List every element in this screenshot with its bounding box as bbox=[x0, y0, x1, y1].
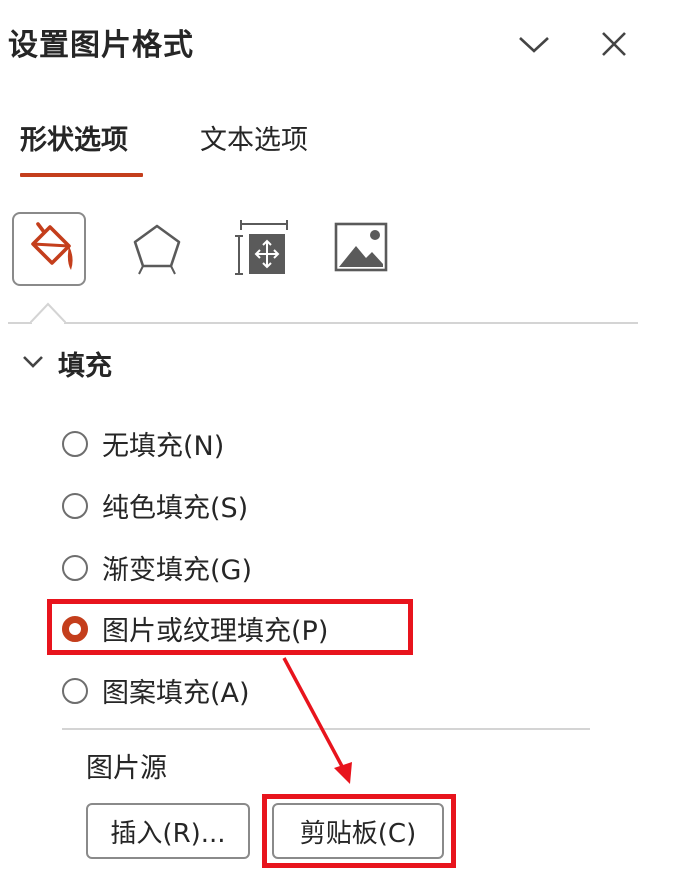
radio-gradient-fill[interactable]: 渐变填充(G) bbox=[62, 548, 252, 587]
option-label: 图案填充(A) bbox=[102, 678, 250, 709]
fill-section-title: 填充 bbox=[58, 351, 112, 382]
radio-button[interactable] bbox=[62, 430, 88, 457]
insert-button[interactable]: 插入(R)... bbox=[86, 803, 250, 859]
option-label: 渐变填充(G) bbox=[102, 555, 252, 586]
radio-solid-fill[interactable]: 纯色填充(S) bbox=[62, 486, 248, 525]
picture-source-label: 图片源 bbox=[86, 753, 167, 784]
selection-notch bbox=[30, 302, 66, 324]
option-label: 无填充(N) bbox=[102, 431, 225, 462]
close-icon[interactable] bbox=[592, 22, 636, 66]
highlight-box-picture-fill bbox=[47, 599, 413, 655]
chevron-down-icon bbox=[22, 354, 44, 373]
chevron-down-icon[interactable] bbox=[512, 22, 556, 66]
radio-button[interactable] bbox=[62, 492, 88, 519]
tab-shape-options[interactable]: 形状选项 bbox=[20, 118, 128, 157]
radio-button[interactable] bbox=[62, 677, 88, 704]
radio-button[interactable] bbox=[62, 554, 88, 581]
size-properties-icon bbox=[229, 216, 289, 282]
annotation-arrow-icon bbox=[282, 657, 352, 784]
fill-line-icon bbox=[19, 218, 79, 280]
highlight-box-clipboard bbox=[262, 794, 456, 868]
fill-section-header[interactable]: 填充 bbox=[22, 344, 112, 383]
size-properties-button[interactable] bbox=[222, 212, 296, 286]
category-divider bbox=[8, 322, 638, 324]
active-tab-indicator bbox=[20, 173, 143, 177]
fill-line-button[interactable] bbox=[12, 212, 86, 286]
effects-button[interactable] bbox=[120, 212, 194, 286]
radio-no-fill[interactable]: 无填充(N) bbox=[62, 424, 224, 463]
option-label: 纯色填充(S) bbox=[102, 493, 249, 524]
picture-button[interactable] bbox=[324, 212, 398, 286]
panel-title: 设置图片格式 bbox=[8, 28, 194, 63]
picture-icon bbox=[332, 218, 390, 280]
tab-text-options[interactable]: 文本选项 bbox=[200, 118, 308, 157]
effects-pentagon-icon bbox=[129, 218, 185, 280]
radio-pattern-fill[interactable]: 图案填充(A) bbox=[62, 671, 250, 710]
